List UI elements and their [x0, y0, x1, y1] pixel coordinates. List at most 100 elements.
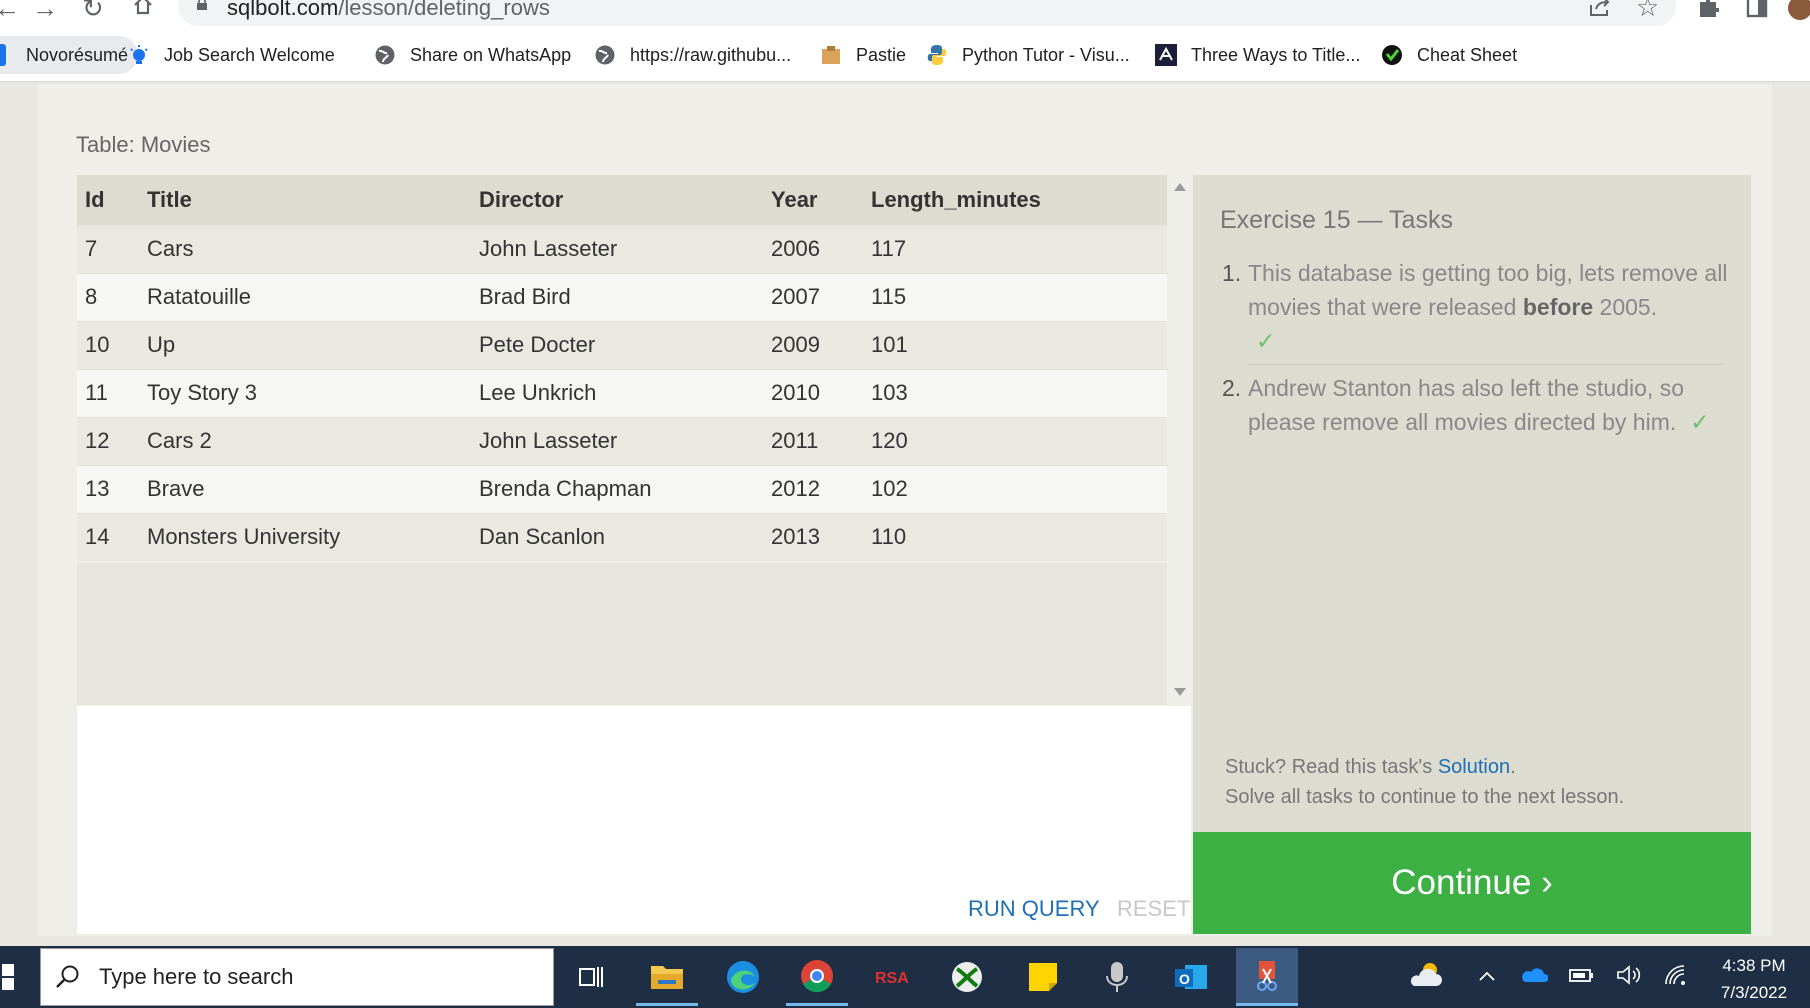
cell-director: Brad Bird — [471, 272, 763, 321]
xbox-button[interactable] — [936, 948, 998, 1006]
cell-length: 102 — [863, 464, 1167, 513]
cell-length: 103 — [863, 368, 1167, 417]
chevron-up-icon[interactable] — [1478, 970, 1496, 982]
scroll-down-icon[interactable] — [1174, 688, 1186, 696]
scroll-up-icon[interactable] — [1174, 183, 1186, 191]
run-query-button[interactable]: RUN QUERY — [968, 896, 1100, 922]
file-explorer-button[interactable] — [636, 948, 698, 1006]
table-row: 14 Monsters University Dan Scanlon 2013 … — [77, 512, 1167, 561]
bookmark-whatsapp[interactable]: Share on WhatsApp — [374, 28, 571, 82]
sticky-notes-icon — [1029, 963, 1057, 991]
chrome-button[interactable] — [786, 948, 848, 1006]
bookmark-label: Cheat Sheet — [1417, 44, 1518, 65]
cell-year: 2007 — [763, 272, 863, 321]
lock-icon[interactable] — [196, 0, 208, 10]
outlook-button[interactable]: O — [1160, 948, 1222, 1006]
cell-director: Dan Scanlon — [471, 512, 763, 561]
bookmark-job-search[interactable]: Job Search Welcome — [128, 28, 335, 82]
home-icon[interactable] — [132, 0, 154, 16]
forward-icon[interactable]: → — [32, 0, 58, 22]
cell-length: 110 — [863, 512, 1167, 561]
bookmark-raw-github[interactable]: https://raw.githubu... — [594, 28, 791, 82]
bookmark-pastie[interactable]: Pastie — [820, 28, 906, 82]
check-icon: ✓ — [1256, 328, 1276, 354]
lightbulb-icon — [130, 45, 148, 64]
task-text: This database is getting too big, lets r… — [1248, 260, 1728, 354]
rsa-button[interactable]: RSA — [862, 948, 924, 1006]
wifi-icon[interactable] — [1664, 964, 1688, 986]
cell-id: 10 — [77, 320, 139, 369]
task-number: 1. — [1222, 260, 1242, 286]
python-icon — [927, 45, 947, 65]
cell-year: 2006 — [763, 224, 863, 273]
bookmark-novoresume[interactable]: Novorésumé — [0, 36, 139, 74]
cell-director: John Lasseter — [471, 416, 763, 465]
back-icon[interactable]: ← — [0, 0, 20, 22]
cell-id: 11 — [77, 368, 139, 417]
profile-avatar[interactable] — [1788, 0, 1810, 20]
cell-title: Toy Story 3 — [139, 368, 471, 417]
cell-year: 2013 — [763, 512, 863, 561]
cell-length: 115 — [863, 272, 1167, 321]
table-empty-area — [77, 563, 1167, 705]
voice-recorder-button[interactable] — [1086, 948, 1148, 1006]
cell-director: John Lasseter — [471, 224, 763, 273]
column-header: Title — [139, 175, 471, 225]
cell-director: Lee Unkrich — [471, 368, 763, 417]
url-host: sqlbolt.com — [227, 0, 339, 20]
share-icon[interactable] — [1588, 0, 1612, 17]
solution-link[interactable]: Solution — [1438, 756, 1510, 778]
clock-date: 7/3/2022 — [1720, 983, 1788, 1002]
cell-id: 7 — [77, 224, 139, 273]
extensions-icon[interactable] — [1698, 0, 1720, 18]
task-item: 1. This database is getting too big, let… — [1222, 256, 1732, 358]
tasks-title: Exercise 15 — Tasks — [1220, 206, 1453, 234]
battery-icon[interactable] — [1568, 966, 1594, 984]
table-row: 10 Up Pete Docter 2009 101 — [77, 320, 1167, 369]
url-text[interactable]: sqlbolt.com/lesson/deleting_rows — [227, 0, 550, 22]
cell-year: 2010 — [763, 368, 863, 417]
table-scrollbar[interactable] — [1167, 175, 1191, 705]
reload-icon[interactable]: ↻ — [82, 0, 104, 22]
snipping-tool-button[interactable] — [1236, 948, 1298, 1006]
bookmark-cheat-sheet[interactable]: Cheat Sheet — [1381, 28, 1517, 82]
rsa-icon: RSA — [875, 970, 909, 987]
cell-director: Brenda Chapman — [471, 464, 763, 513]
weather-icon[interactable] — [1408, 960, 1444, 988]
stuck-hint: Stuck? Read this task's Solution. Solve … — [1225, 756, 1625, 808]
start-button[interactable] — [0, 946, 36, 1008]
task-text: Andrew Stanton has also left the studio,… — [1248, 375, 1710, 435]
cell-id: 14 — [77, 512, 139, 561]
bookmark-label: Share on WhatsApp — [410, 44, 572, 65]
cell-length: 120 — [863, 416, 1167, 465]
onedrive-icon[interactable] — [1522, 966, 1548, 984]
cell-id: 12 — [77, 416, 139, 465]
bookmark-three-ways[interactable]: Three Ways to Title... — [1155, 28, 1360, 82]
bookmark-python-tutor[interactable]: Python Tutor - Visu... — [926, 28, 1130, 82]
cell-title: Up — [139, 320, 471, 369]
edge-button[interactable] — [712, 948, 774, 1006]
volume-icon[interactable] — [1616, 964, 1642, 986]
novoresume-icon — [0, 44, 6, 66]
side-panel-icon[interactable] — [1746, 0, 1768, 18]
cell-length: 101 — [863, 320, 1167, 369]
taskbar-clock[interactable]: 4:38 PM 7/3/2022 — [1704, 952, 1804, 1006]
task-divider — [1248, 364, 1724, 365]
cell-length: 117 — [863, 224, 1167, 273]
task-view-button[interactable] — [560, 948, 622, 1006]
bookmark-star-icon[interactable]: ☆ — [1636, 0, 1659, 21]
bookmark-label: Pastie — [856, 44, 907, 65]
cell-year: 2012 — [763, 464, 863, 513]
taskbar-search-box[interactable]: Type here to search — [40, 948, 554, 1006]
sticky-notes-button[interactable] — [1012, 948, 1074, 1006]
shield-icon — [1382, 45, 1402, 65]
globe-icon — [375, 45, 395, 65]
check-icon: ✓ — [1690, 409, 1710, 435]
bookmark-label: https://raw.githubu... — [630, 44, 792, 65]
continue-button[interactable]: Continue › — [1193, 832, 1751, 934]
table-row: 13 Brave Brenda Chapman 2012 102 — [77, 464, 1167, 513]
table-row: 8 Ratatouille Brad Bird 2007 115 — [77, 272, 1167, 321]
chrome-icon — [801, 959, 833, 992]
reset-button[interactable]: RESET — [1117, 896, 1190, 922]
bookmarks-bar: Novorésumé Job Search Welcome Share on W… — [0, 28, 1810, 82]
